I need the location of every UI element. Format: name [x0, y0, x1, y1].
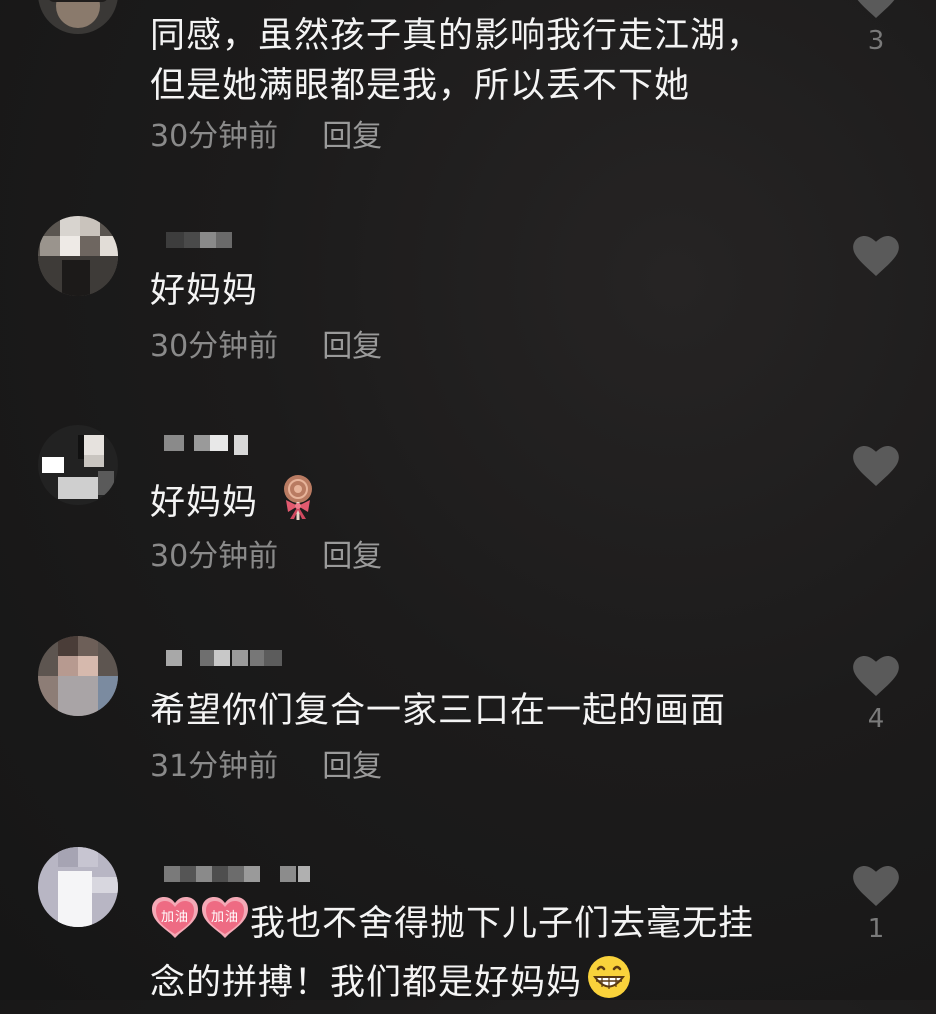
comment-text: 希望你们复合一家三口在一起的画面 — [150, 686, 810, 736]
avatar[interactable] — [38, 636, 118, 716]
comment-text-line: 加油 加油 我也不舍得抛下儿子们去毫无挂 — [150, 896, 810, 954]
avatar[interactable] — [38, 847, 118, 927]
username-blurred[interactable] — [150, 650, 310, 670]
like-button[interactable] — [852, 446, 900, 486]
comment-text-line: 念的拼搏！我们都是好妈妈 — [150, 954, 810, 1014]
reply-button[interactable]: 回复 — [322, 539, 382, 574]
comment-feed: { "comments": [ { "text_lines": ["同感，虽然孩… — [0, 0, 936, 1003]
like-button[interactable]: 1 — [852, 866, 900, 946]
heart-icon — [853, 236, 899, 276]
reply-button[interactable]: 回复 — [322, 749, 382, 784]
comment-text: 好妈妈 — [150, 266, 810, 316]
like-button[interactable] — [852, 236, 900, 276]
like-count: 4 — [867, 704, 885, 734]
comment-meta: 30分钟前 回复 — [150, 117, 382, 157]
jiayou-sticker-icon: 加油 — [150, 896, 200, 954]
comment-text-line: 我也不舍得抛下儿子们去毫无挂 — [250, 904, 755, 944]
comment-text-line: 同感，虽然孩子真的影响我行走江湖， — [150, 16, 763, 56]
avatar[interactable] — [38, 425, 118, 505]
comment-text-line: 好妈妈 — [150, 271, 259, 311]
sticker-label: 加油 — [211, 910, 239, 925]
like-count: 1 — [867, 914, 885, 944]
sticker-label: 加油 — [161, 910, 189, 925]
comment-text: 加油 加油 我也不舍得抛下儿子们去毫无挂 念的拼搏！我们都是好妈妈 — [150, 896, 810, 1014]
comment-text: 好妈妈 — [150, 472, 810, 536]
heart-icon — [853, 866, 899, 906]
comment-meta: 30分钟前 回复 — [150, 327, 382, 367]
username-blurred[interactable] — [150, 866, 310, 886]
reply-button[interactable]: 回复 — [322, 329, 382, 364]
timestamp: 30分钟前 — [150, 329, 279, 364]
jiayou-sticker-icon: 加油 — [200, 896, 250, 954]
heart-icon — [853, 656, 899, 696]
timestamp: 30分钟前 — [150, 539, 279, 574]
username-blurred[interactable] — [150, 435, 310, 455]
like-button[interactable]: 3 — [852, 0, 900, 58]
avatar[interactable] — [38, 0, 118, 34]
comment-text-line: 但是她满眼都是我，所以丢不下她 — [150, 66, 691, 106]
username-blurred[interactable] — [150, 232, 310, 252]
avatar[interactable] — [38, 216, 118, 296]
heart-icon — [853, 446, 899, 486]
lollipop-bow-icon — [278, 472, 318, 536]
timestamp: 30分钟前 — [150, 119, 279, 154]
grinning-face-icon — [586, 954, 632, 1014]
comment-meta: 30分钟前 回复 — [150, 537, 382, 577]
like-button[interactable]: 4 — [852, 656, 900, 736]
reply-button[interactable]: 回复 — [322, 119, 382, 154]
comment-text-line-content: 念的拼搏！我们都是好妈妈 — [150, 963, 583, 1003]
comment-text: 同感，虽然孩子真的影响我行走江湖， 但是她满眼都是我，所以丢不下她 — [150, 11, 810, 111]
timestamp: 31分钟前 — [150, 749, 279, 784]
comment-meta: 31分钟前 回复 — [150, 747, 382, 787]
comment-text-line: 好妈妈 — [150, 483, 259, 523]
heart-icon — [857, 0, 895, 18]
comment-text-line: 希望你们复合一家三口在一起的画面 — [150, 691, 727, 731]
like-count: 3 — [867, 26, 885, 56]
